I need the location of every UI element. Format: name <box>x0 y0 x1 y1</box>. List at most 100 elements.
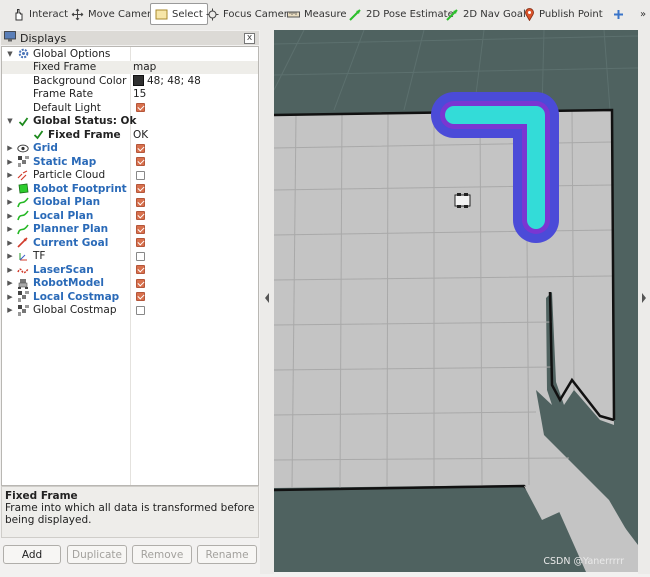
expand-arrow-icon[interactable]: ▶ <box>6 252 14 260</box>
expand-arrow-icon[interactable]: ▶ <box>6 198 14 206</box>
tree-row-label: Local Plan <box>33 209 94 222</box>
add-button[interactable]: Add <box>3 545 61 564</box>
expand-arrow-icon[interactable]: ▶ <box>6 293 14 301</box>
tree-row-background-color[interactable]: Background Color 48; 48; 48 <box>2 74 258 88</box>
remove-button[interactable]: Remove <box>132 545 192 564</box>
displays-tree: ▼ Global Options Fixed Frame map Backgro… <box>1 46 259 486</box>
tool-measure-label: Measure <box>304 8 347 20</box>
add-tool-button[interactable] <box>609 3 628 25</box>
robot-marker <box>454 193 471 208</box>
tree-row-label: Frame Rate <box>33 88 94 101</box>
local-plan-checkbox[interactable] <box>136 211 145 221</box>
local-costmap-checkbox[interactable] <box>136 292 145 302</box>
tool-move-camera-button[interactable]: Move Camera <box>67 3 161 25</box>
property-help-box: Fixed Frame Frame into which all data is… <box>1 486 259 538</box>
expand-arrow-icon[interactable]: ▶ <box>6 171 14 179</box>
planner-plan-checkbox[interactable] <box>136 224 145 234</box>
duplicate-button[interactable]: Duplicate <box>67 545 127 564</box>
tree-row-status-fixed-frame[interactable]: Fixed Frame OK <box>2 128 258 142</box>
right-panel-edge[interactable] <box>638 30 650 574</box>
tree-row-particle-cloud[interactable]: ▶ Particle Cloud <box>2 169 258 183</box>
map-icon <box>17 156 29 168</box>
tool-2d-pose-estimate-button[interactable]: 2D Pose Estimate <box>345 3 458 25</box>
current-goal-checkbox[interactable] <box>136 238 145 248</box>
tree-row-local-costmap[interactable]: ▶ Local Costmap <box>2 290 258 304</box>
tree-row-global-plan[interactable]: ▶ Global Plan <box>2 196 258 210</box>
select-box-icon <box>155 8 168 21</box>
tree-row-current-goal[interactable]: ▶ Current Goal <box>2 236 258 250</box>
tree-row-frame-rate[interactable]: Frame Rate 15 <box>2 88 258 102</box>
collapse-left-arrow-icon[interactable] <box>260 30 274 574</box>
tree-row-planner-plan[interactable]: ▶ Planner Plan <box>2 223 258 237</box>
plus-icon <box>613 9 624 20</box>
watermark-text: CSDN @Yanerrrrr <box>543 556 624 567</box>
grid-checkbox[interactable] <box>136 143 145 153</box>
tree-row-laserscan[interactable]: ▶ LaserScan <box>2 263 258 277</box>
expand-arrow-icon[interactable]: ▶ <box>6 185 14 193</box>
robotmodel-checkbox[interactable] <box>136 278 145 288</box>
static-map-checkbox[interactable] <box>136 157 145 167</box>
background-color-value[interactable]: 48; 48; 48 <box>133 75 201 87</box>
close-panel-icon[interactable]: x <box>244 33 255 44</box>
tree-row-global-status[interactable]: ▼ Global Status: Ok <box>2 115 258 129</box>
expand-arrow-icon[interactable]: ▶ <box>6 158 14 166</box>
expand-arrow-icon[interactable]: ▶ <box>6 144 14 152</box>
tree-row-label: Fixed Frame <box>33 61 97 74</box>
tool-interact-button[interactable]: Interact <box>8 3 72 25</box>
focus-target-icon <box>206 8 219 21</box>
tree-row-grid[interactable]: ▶ Grid <box>2 142 258 156</box>
tree-row-global-costmap[interactable]: ▶ Global Costmap <box>2 304 258 318</box>
path-green-icon <box>17 223 29 235</box>
tree-row-fixed-frame[interactable]: Fixed Frame map <box>2 60 258 74</box>
footprint-polygon-icon <box>17 183 29 195</box>
color-swatch <box>133 75 144 87</box>
expand-arrow-icon[interactable]: ▶ <box>6 225 14 233</box>
tool-measure-button[interactable]: Measure <box>283 3 351 25</box>
expand-arrow-icon[interactable]: ▼ <box>6 117 14 125</box>
hand-cursor-icon <box>12 8 25 21</box>
tree-row-tf[interactable]: ▶ TF <box>2 250 258 264</box>
frame-rate-value[interactable]: 15 <box>133 88 146 100</box>
toolbar-overflow-button[interactable]: » <box>636 3 650 25</box>
tree-row-label: Current Goal <box>33 236 109 249</box>
expand-arrow-icon[interactable]: ▼ <box>6 50 14 58</box>
expand-arrow-icon[interactable]: ▶ <box>6 239 14 247</box>
tool-interact-label: Interact <box>29 8 69 20</box>
tree-row-label: Fixed Frame <box>48 128 121 141</box>
tf-axes-icon <box>17 250 29 262</box>
laserscan-checkbox[interactable] <box>136 265 145 275</box>
map-icon <box>17 304 29 316</box>
expand-arrow-icon[interactable]: ▶ <box>6 266 14 274</box>
expand-arrow-icon[interactable]: ▶ <box>6 306 14 314</box>
gear-icon <box>17 48 29 60</box>
global-plan-checkbox[interactable] <box>136 197 145 207</box>
tree-row-static-map[interactable]: ▶ Static Map <box>2 155 258 169</box>
status-value: OK <box>133 128 149 141</box>
fixed-frame-value[interactable]: map <box>133 61 156 73</box>
default-light-checkbox[interactable] <box>136 103 145 113</box>
tree-row-label: Grid <box>33 142 58 155</box>
checkmark-icon <box>17 115 29 127</box>
tree-row-default-light[interactable]: Default Light <box>2 101 258 115</box>
particle-cloud-checkbox[interactable] <box>136 170 145 180</box>
tree-row-robot-footprint[interactable]: ▶ Robot Footprint <box>2 182 258 196</box>
tree-row-robotmodel[interactable]: ▶ RobotModel <box>2 277 258 291</box>
panel-splitter[interactable] <box>260 30 274 574</box>
expand-arrow-icon[interactable]: ▶ <box>6 279 14 287</box>
map-scene[interactable] <box>274 30 638 572</box>
tree-row-local-plan[interactable]: ▶ Local Plan <box>2 209 258 223</box>
robot-footprint-checkbox[interactable] <box>136 184 145 194</box>
background-color-text: 48; 48; 48 <box>147 74 201 87</box>
tree-row-global-options[interactable]: ▼ Global Options <box>2 47 258 61</box>
tf-checkbox[interactable] <box>136 251 145 261</box>
render-viewport[interactable]: CSDN @Yanerrrrr <box>274 30 638 572</box>
tool-publish-point-button[interactable]: Publish Point <box>520 3 607 25</box>
toolbar-overflow-glyph: » <box>640 8 647 20</box>
collapse-right-arrow-icon[interactable] <box>638 30 650 574</box>
expand-arrow-icon[interactable]: ▶ <box>6 212 14 220</box>
tool-2d-nav-goal-button[interactable]: 2D Nav Goal <box>442 3 530 25</box>
tool-2d-nav-goal-label: 2D Nav Goal <box>463 8 526 20</box>
tool-select-button[interactable]: Select <box>150 3 208 25</box>
rename-button[interactable]: Rename <box>197 545 257 564</box>
global-costmap-checkbox[interactable] <box>136 305 145 315</box>
